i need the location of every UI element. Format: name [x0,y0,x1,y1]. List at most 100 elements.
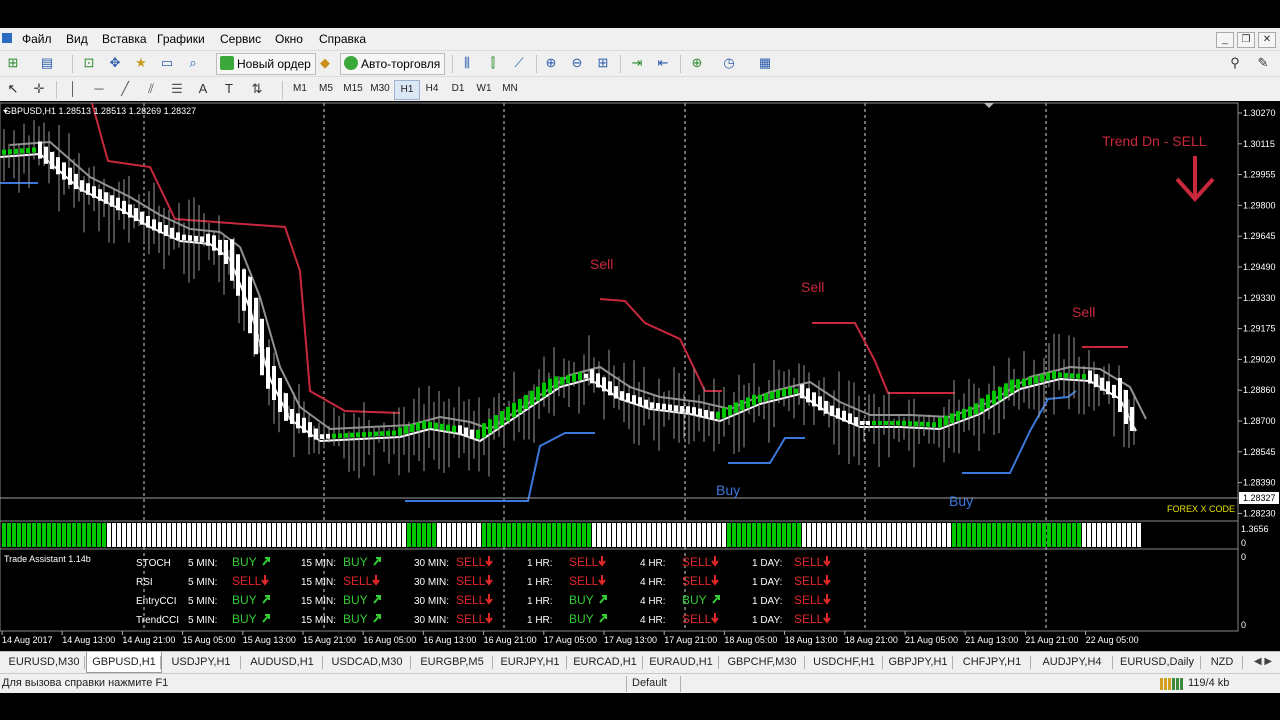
candlestick-icon[interactable]: ⫿ [484,54,502,72]
terminal-icon[interactable]: ▭ [158,54,176,72]
arrows-icon[interactable]: ⇅ [248,80,266,98]
trend-histogram-bar [377,523,381,547]
tf-d1[interactable]: D1 [446,80,470,98]
trend-histogram-bar [267,523,271,547]
chart-tab[interactable]: GBPUSD,H1 [86,652,162,673]
new-order-button[interactable]: Новый ордер [216,53,316,75]
tf-m15[interactable]: M15 [340,80,366,98]
channel-icon[interactable]: ⫽ [142,80,160,98]
autoscroll-icon[interactable]: ⇥ [628,54,646,72]
chart-tab[interactable]: EURAUD,H1 [644,654,718,671]
chart-tab[interactable]: USDCAD,M30 [324,654,410,671]
connection-bars-icon[interactable] [1160,678,1184,690]
chat-icon[interactable]: ✎ [1254,54,1272,72]
auto-trading-button[interactable]: Авто-торговля [340,53,446,75]
chart-tab[interactable]: GBPCHF,M30 [720,654,804,671]
assistant-signal: SELL [794,593,824,607]
vertical-line-icon[interactable]: │ [64,80,82,98]
status-profile[interactable]: Default [632,677,667,689]
tf-w1[interactable]: W1 [472,80,496,98]
trend-histogram-bar [762,523,766,547]
meta-editor-icon[interactable]: ◆ [316,54,334,72]
market-watch-icon[interactable]: ⊡ [80,54,98,72]
buy-stop-line [728,437,805,464]
horizontal-line-icon[interactable]: ─ [90,80,108,98]
chart-tab[interactable]: EURGBP,M5 [412,654,492,671]
chart-tab[interactable]: AUDUSD,H1 [242,654,322,671]
trend-histogram-bar [577,523,581,547]
close-icon[interactable]: ✕ [1258,32,1276,48]
heiken-ashi-bar [320,434,324,439]
navigator-icon[interactable]: ★ [132,54,150,72]
trend-histogram-bar [602,523,606,547]
trendline-icon[interactable]: ╱ [116,80,134,98]
trend-histogram-bar [677,523,681,547]
menu-charts[interactable]: Графики [157,32,205,46]
restore-icon[interactable]: ❐ [1237,32,1255,48]
trend-label: Trend Dn - SELL [1102,133,1207,149]
menu-insert[interactable]: Вставка [102,32,147,46]
tile-windows-icon[interactable]: ⊞ [594,54,612,72]
trend-histogram-bar [1092,523,1096,547]
heiken-ashi-bar [482,423,486,438]
menu-file[interactable]: Файл [22,32,52,46]
trend-histogram-bar [257,523,261,547]
tester-icon[interactable]: ⌕ [184,54,202,72]
menu-tools[interactable]: Сервис [220,32,261,46]
tab-scroll-arrows-icon[interactable]: ◀ ▶ [1248,654,1278,670]
heiken-ashi-bar [104,192,108,204]
tf-mn[interactable]: MN [498,80,522,98]
minimize-icon[interactable]: _ [1216,32,1234,48]
arrow-down-icon [485,613,493,624]
text-icon[interactable]: A [194,80,212,98]
chart-window[interactable]: GBPUSD,H1 1.28513 1.28513 1.28269 1.2832… [0,101,1280,651]
trend-histogram-bar [32,523,36,547]
heiken-ashi-bar [356,432,360,438]
bar-chart-icon[interactable]: ⫼ [458,54,476,72]
chart-tab[interactable]: USDCHF,H1 [806,654,882,671]
tf-h1[interactable]: H1 [394,80,420,100]
trend-histogram-bar [227,523,231,547]
chart-tab[interactable]: AUDJPY,H4 [1032,654,1112,671]
assistant-timeframe-label: 1 HR: [527,596,553,607]
trend-histogram-bar [717,523,721,547]
chart-tab[interactable]: CHFJPY,H1 [954,654,1030,671]
chart-tab[interactable]: GBPJPY,H1 [884,654,952,671]
chart-tab[interactable]: NZD [1202,654,1242,671]
chart-tab[interactable]: EURUSD,M30 [4,654,84,671]
chart-shift-icon[interactable]: ⇤ [654,54,672,72]
new-chart-icon[interactable]: ⊞ [4,54,22,72]
search-icon[interactable]: ⚲ [1226,54,1244,72]
menu-view[interactable]: Вид [66,32,88,46]
line-chart-icon[interactable]: ⟋ [510,54,528,72]
tf-m30[interactable]: M30 [367,80,393,98]
text-label-icon[interactable]: T [220,80,238,98]
data-window-icon[interactable]: ✥ [106,54,124,72]
chart-canvas[interactable]: GBPUSD,H1 1.28513 1.28513 1.28269 1.2832… [0,101,1280,651]
periods-icon[interactable]: ◷ [720,54,738,72]
menu-help[interactable]: Справка [319,32,366,46]
trend-histogram-bar [17,523,21,547]
profiles-icon[interactable]: ▤ [38,54,56,72]
heiken-ashi-bar [476,429,480,439]
trend-histogram-bar [507,523,511,547]
zoom-in-icon[interactable]: ⊕ [542,54,560,72]
chart-tab[interactable]: EURUSD,Daily [1114,654,1200,671]
templates-icon[interactable]: ▦ [756,54,774,72]
chart-tab[interactable]: USDJPY,H1 [162,654,240,671]
crosshair-icon[interactable]: ✛ [30,80,48,98]
cursor-icon[interactable]: ↖ [4,80,22,98]
heiken-ashi-bar [686,406,690,414]
heiken-ashi-bar [1028,377,1032,385]
fibonacci-icon[interactable]: ☰ [168,80,186,98]
tf-m1[interactable]: M1 [288,80,312,98]
heiken-ashi-bar [962,408,966,419]
chart-tab[interactable]: EURCAD,H1 [568,654,642,671]
tf-m5[interactable]: M5 [314,80,338,98]
indicators-icon[interactable]: ⊕ [688,54,706,72]
tf-h4[interactable]: H4 [420,80,444,98]
chart-tab[interactable]: EURJPY,H1 [494,654,566,671]
menu-window[interactable]: Окно [275,32,303,46]
heiken-ashi-bar [614,386,618,399]
zoom-out-icon[interactable]: ⊖ [568,54,586,72]
